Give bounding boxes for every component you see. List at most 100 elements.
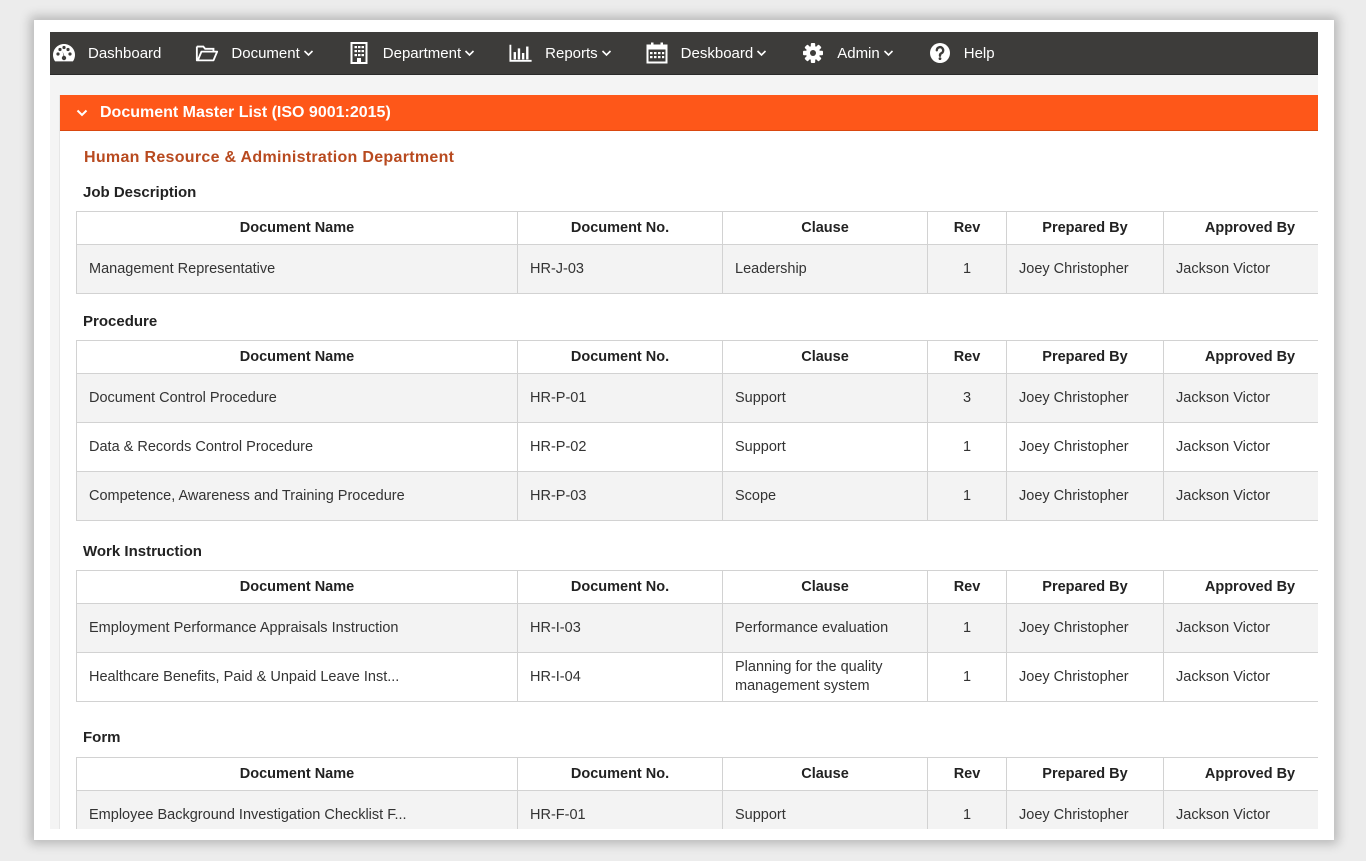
column-header-clause[interactable]: Clause	[722, 570, 928, 604]
column-header-clause[interactable]: Clause	[722, 340, 928, 374]
table-row[interactable]: Data & Records Control Procedure HR-P-02 S…	[76, 422, 1318, 472]
cell-approved-by: Jackson Victor	[1163, 652, 1318, 702]
column-header-rev[interactable]: Rev	[927, 340, 1007, 374]
cell-document-name: Management Representative	[76, 244, 518, 294]
cell-clause: Support	[722, 373, 928, 423]
nav-label: Deskboard	[680, 44, 754, 62]
nav-admin[interactable]: Admin	[801, 32, 894, 75]
nav-help[interactable]: Help	[928, 32, 995, 75]
chevron-down-icon	[303, 49, 314, 57]
cell-clause: Planning for the quality management syst…	[722, 652, 928, 702]
nav-label: Help	[963, 44, 995, 62]
cell-rev: 1	[927, 790, 1007, 829]
table-header-row: Document Name Document No. Clause Rev Prepar…	[76, 757, 1318, 791]
bar-chart-icon	[509, 41, 533, 65]
dashboard-gauge-icon	[52, 41, 76, 65]
column-header-prepared-by[interactable]: Prepared By	[1006, 757, 1164, 791]
gear-icon	[801, 41, 825, 65]
column-header-clause[interactable]: Clause	[722, 757, 928, 791]
cell-rev: 1	[927, 603, 1007, 653]
panel-title: Document Master List (ISO 9001:2015)	[100, 103, 391, 121]
cell-clause: Support	[722, 422, 928, 472]
column-header-document-no[interactable]: Document No.	[517, 340, 723, 374]
cell-document-no: HR-I-03	[517, 603, 723, 653]
chevron-down-icon	[601, 49, 612, 57]
procedure-table: Document Name Document No. Clause Rev Prepar…	[76, 340, 1318, 521]
column-header-rev[interactable]: Rev	[927, 570, 1007, 604]
column-header-clause[interactable]: Clause	[722, 211, 928, 245]
column-header-document-name[interactable]: Document Name	[76, 211, 518, 245]
nav-label: Department	[382, 44, 462, 62]
column-header-approved-by[interactable]: Approved By	[1163, 211, 1318, 245]
column-header-approved-by[interactable]: Approved By	[1163, 340, 1318, 374]
column-header-document-no[interactable]: Document No.	[517, 757, 723, 791]
section-title-job-description: Job Description	[83, 184, 197, 201]
cell-prepared-by: Joey Christopher	[1006, 422, 1164, 472]
column-header-rev[interactable]: Rev	[927, 757, 1007, 791]
column-header-document-name[interactable]: Document Name	[76, 570, 518, 604]
column-header-document-no[interactable]: Document No.	[517, 211, 723, 245]
column-header-approved-by[interactable]: Approved By	[1163, 757, 1318, 791]
table-header-row: Document Name Document No. Clause Rev Prepar…	[76, 570, 1318, 604]
nav-dashboard[interactable]: Dashboard	[52, 32, 161, 75]
cell-rev: 1	[927, 422, 1007, 472]
cell-clause: Performance evaluation	[722, 603, 928, 653]
building-icon	[347, 41, 371, 65]
section-title-form: Form	[83, 729, 121, 746]
panel-header-collapse-toggle[interactable]: Document Master List (ISO 9001:2015)	[60, 95, 1318, 131]
column-header-document-name[interactable]: Document Name	[76, 340, 518, 374]
chevron-down-icon	[76, 109, 88, 117]
question-circle-icon	[928, 41, 952, 65]
cell-prepared-by: Joey Christopher	[1006, 790, 1164, 829]
nav-deskboard[interactable]: Deskboard	[645, 32, 768, 75]
cell-clause: Scope	[722, 471, 928, 521]
column-header-document-name[interactable]: Document Name	[76, 757, 518, 791]
section-title-procedure: Procedure	[83, 313, 158, 330]
nav-label: Reports	[545, 44, 598, 62]
table-row[interactable]: Management Representative HR-J-03 Leadersh…	[76, 244, 1318, 294]
column-header-rev[interactable]: Rev	[927, 211, 1007, 245]
column-header-document-no[interactable]: Document No.	[517, 570, 723, 604]
top-navbar: Dashboard Document Department Reports De…	[50, 32, 1318, 75]
chevron-down-icon	[883, 49, 894, 57]
cell-document-name: Data & Records Control Procedure	[76, 422, 518, 472]
form-table: Document Name Document No. Clause Rev Prepar…	[76, 757, 1318, 829]
column-header-approved-by[interactable]: Approved By	[1163, 570, 1318, 604]
cell-clause: Leadership	[722, 244, 928, 294]
column-header-prepared-by[interactable]: Prepared By	[1006, 570, 1164, 604]
table-row[interactable]: Healthcare Benefits, Paid & Unpaid Leave…	[76, 652, 1318, 702]
table-row[interactable]: Employment Performance Appraisals Instru…	[76, 603, 1318, 653]
department-title: Human Resource & Administration Departme…	[84, 149, 455, 166]
column-header-prepared-by[interactable]: Prepared By	[1006, 340, 1164, 374]
table-row[interactable]: Document Control Procedure HR-P-01 Support…	[76, 373, 1318, 423]
nav-label: Admin	[837, 44, 880, 62]
column-header-prepared-by[interactable]: Prepared By	[1006, 211, 1164, 245]
cell-clause: Support	[722, 790, 928, 829]
nav-label: Dashboard	[88, 44, 162, 62]
cell-rev: 1	[927, 652, 1007, 702]
chevron-down-icon	[756, 49, 767, 57]
job-description-table: Document Name Document No. Clause Rev Prepar…	[76, 211, 1318, 294]
section-title-work-instruction: Work Instruction	[83, 543, 202, 560]
cell-approved-by: Jackson Victor	[1163, 790, 1318, 829]
browser-viewport: Dashboard Document Department Reports De…	[50, 32, 1318, 829]
cell-prepared-by: Joey Christopher	[1006, 373, 1164, 423]
cell-document-no: HR-P-03	[517, 471, 723, 521]
nav-department[interactable]: Department	[347, 32, 475, 75]
cell-document-name: Competence, Awareness and Training Proce…	[76, 471, 518, 521]
nav-reports[interactable]: Reports	[509, 32, 612, 75]
cell-approved-by: Jackson Victor	[1163, 471, 1318, 521]
cell-prepared-by: Joey Christopher	[1006, 471, 1164, 521]
table-row[interactable]: Employee Background Investigation Checkl…	[76, 790, 1318, 829]
nav-document[interactable]: Document	[195, 32, 313, 75]
cell-document-no: HR-P-01	[517, 373, 723, 423]
cell-prepared-by: Joey Christopher	[1006, 244, 1164, 294]
cell-document-name: Document Control Procedure	[76, 373, 518, 423]
cell-rev: 1	[927, 471, 1007, 521]
table-row[interactable]: Competence, Awareness and Training Proce…	[76, 471, 1318, 521]
cell-approved-by: Jackson Victor	[1163, 373, 1318, 423]
calendar-icon	[645, 41, 669, 65]
cell-prepared-by: Joey Christopher	[1006, 603, 1164, 653]
cell-document-no: HR-I-04	[517, 652, 723, 702]
table-header-row: Document Name Document No. Clause Rev Prepar…	[76, 340, 1318, 374]
